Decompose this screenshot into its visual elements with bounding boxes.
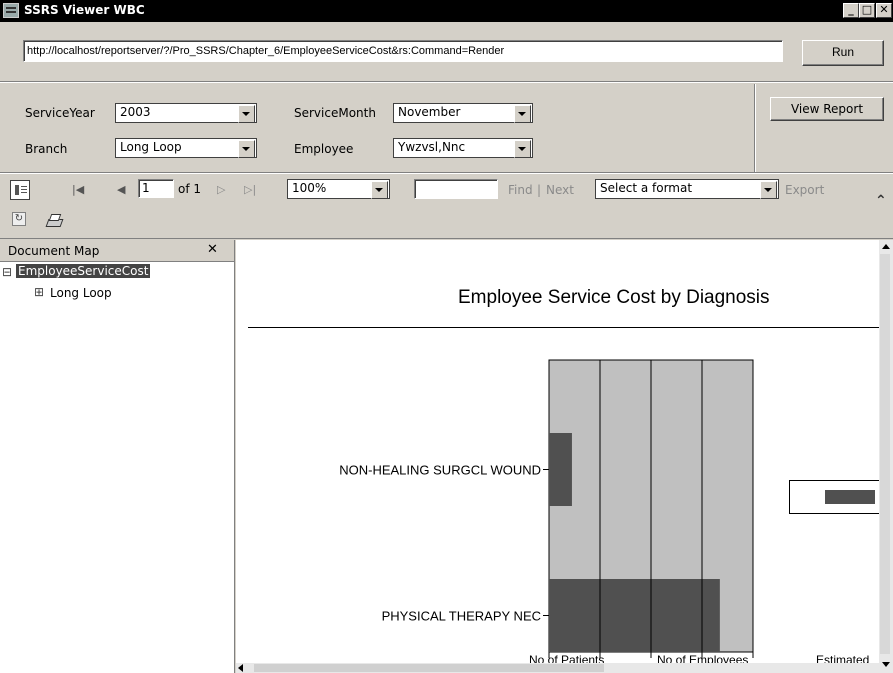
branch-label: Branch bbox=[25, 142, 68, 156]
divider bbox=[0, 81, 893, 83]
chart: NON-HEALING SURGCL WOUND PHYSICAL THERAPY… bbox=[339, 359, 754, 658]
horizontal-scrollbar[interactable] bbox=[236, 663, 879, 673]
vertical-scrollbar[interactable] bbox=[879, 240, 893, 673]
run-button[interactable]: Run bbox=[802, 40, 884, 66]
title-bar: SSRS Viewer WBC _ □ ✕ bbox=[0, 0, 893, 22]
view-report-button[interactable]: View Report bbox=[770, 97, 884, 121]
doc-map-root-item[interactable]: EmployeeServiceCost bbox=[16, 264, 151, 278]
chevron-down-icon[interactable] bbox=[514, 140, 531, 158]
document-map-panel: Document Map ✕ ⊟ EmployeeServiceCost ⊞ L… bbox=[0, 240, 235, 673]
zoom-value: 100% bbox=[292, 181, 327, 195]
document-map-header: Document Map ✕ bbox=[0, 240, 234, 262]
category-label: PHYSICAL THERAPY NEC bbox=[382, 609, 541, 624]
report-title: Employee Service Cost by Diagnosis bbox=[458, 287, 770, 308]
employee-select[interactable]: Ywzvsl,Nnc bbox=[393, 138, 533, 158]
previous-page-icon[interactable]: ◀ bbox=[117, 183, 125, 196]
employee-label: Employee bbox=[294, 142, 354, 156]
chevron-down-icon[interactable] bbox=[760, 181, 777, 199]
last-page-icon[interactable]: ▷| bbox=[244, 183, 256, 196]
export-format-value: Select a format bbox=[600, 181, 693, 195]
collapse-toolbar-icon[interactable]: ⌃ bbox=[875, 193, 887, 209]
legend-swatch bbox=[825, 490, 875, 504]
find-link[interactable]: Find bbox=[508, 183, 533, 197]
window-title: SSRS Viewer WBC bbox=[24, 3, 145, 17]
divider bbox=[754, 84, 756, 172]
service-year-select[interactable]: 2003 bbox=[115, 103, 257, 123]
minimize-button[interactable]: _ bbox=[843, 3, 859, 18]
service-month-select[interactable]: November bbox=[393, 103, 533, 123]
branch-select[interactable]: Long Loop bbox=[115, 138, 257, 158]
bar bbox=[549, 433, 572, 506]
divider bbox=[0, 238, 893, 239]
legend-box bbox=[789, 480, 883, 514]
service-month-value: November bbox=[398, 105, 461, 119]
search-input[interactable] bbox=[414, 179, 498, 199]
url-input[interactable]: http://localhost/reportserver/?/Pro_SSRS… bbox=[23, 40, 783, 62]
report-viewport: Employee Service Cost by Diagnosis NON-H… bbox=[236, 240, 893, 673]
chevron-down-icon[interactable] bbox=[371, 181, 388, 199]
divider bbox=[0, 172, 893, 174]
zoom-select[interactable]: 100% bbox=[287, 179, 390, 199]
doc-map-child-item[interactable]: Long Loop bbox=[50, 286, 112, 300]
document-map-toggle-icon[interactable] bbox=[10, 180, 30, 200]
find-separator: | bbox=[537, 183, 542, 197]
title-rule bbox=[248, 327, 879, 328]
employee-value: Ywzvsl,Nnc bbox=[398, 140, 466, 154]
print-icon[interactable] bbox=[45, 214, 64, 227]
next-link[interactable]: Next bbox=[546, 183, 574, 197]
service-year-value: 2003 bbox=[120, 105, 151, 119]
chevron-down-icon[interactable] bbox=[238, 140, 255, 158]
chevron-down-icon[interactable] bbox=[238, 105, 255, 123]
collapse-icon[interactable]: ⊟ bbox=[2, 265, 12, 279]
branch-value: Long Loop bbox=[120, 140, 182, 154]
service-year-label: ServiceYear bbox=[25, 106, 95, 120]
category-label: NON-HEALING SURGCL WOUND bbox=[339, 463, 541, 478]
document-map-title: Document Map bbox=[8, 244, 100, 258]
expand-icon[interactable]: ⊞ bbox=[34, 285, 44, 299]
app-icon bbox=[3, 3, 19, 18]
page-number-input[interactable]: 1 bbox=[138, 179, 174, 198]
maximize-button[interactable]: □ bbox=[859, 3, 875, 18]
export-format-select[interactable]: Select a format bbox=[595, 179, 779, 199]
close-button[interactable]: ✕ bbox=[876, 3, 892, 18]
chevron-down-icon[interactable] bbox=[514, 105, 531, 123]
first-page-icon[interactable]: |◀ bbox=[72, 183, 84, 196]
next-page-icon[interactable]: ▷ bbox=[217, 183, 225, 196]
page-count: of 1 bbox=[178, 182, 202, 196]
export-link[interactable]: Export bbox=[785, 183, 824, 197]
bar bbox=[549, 579, 720, 652]
close-icon[interactable]: ✕ bbox=[207, 242, 218, 257]
refresh-icon[interactable]: ↻ bbox=[12, 212, 26, 226]
service-month-label: ServiceMonth bbox=[294, 106, 376, 120]
